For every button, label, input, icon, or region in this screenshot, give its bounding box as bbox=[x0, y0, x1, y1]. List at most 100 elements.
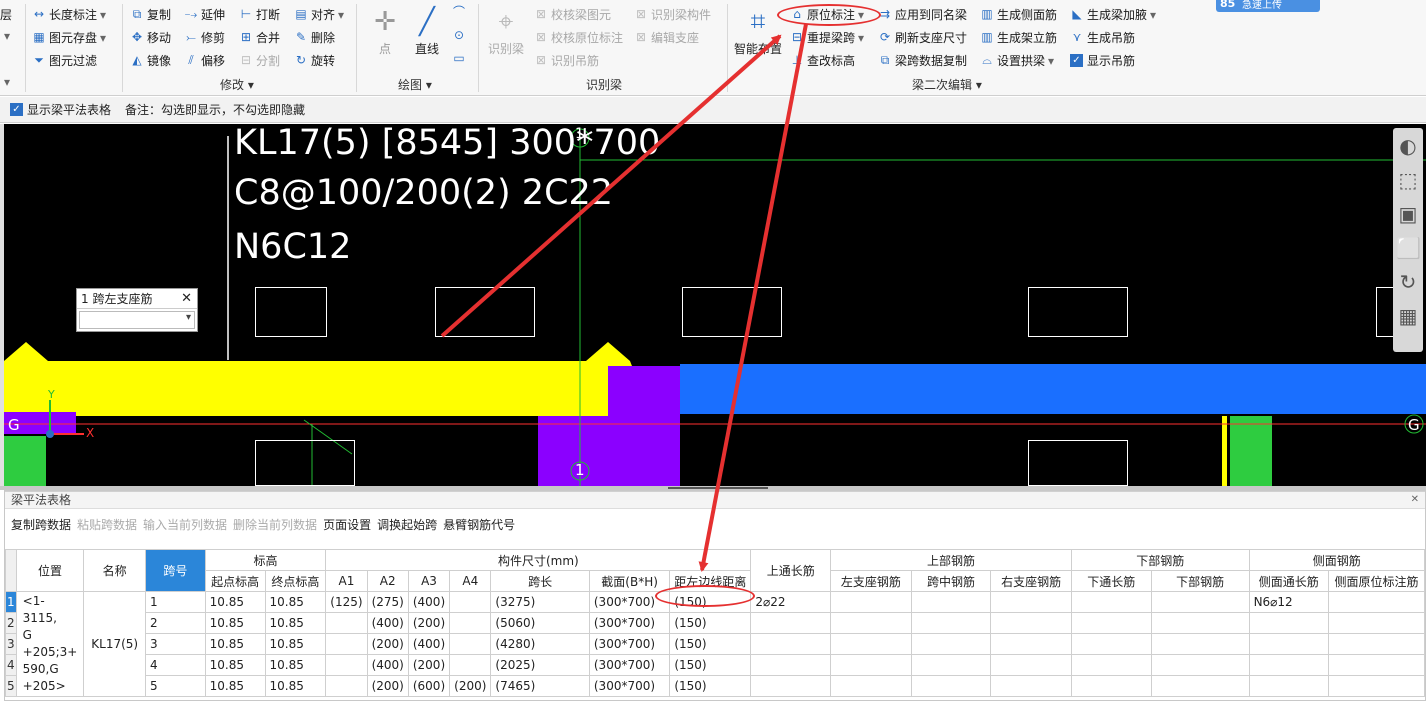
trim-tool[interactable]: ⤚ 修剪 bbox=[184, 29, 225, 46]
cell-side-continuous[interactable] bbox=[1248, 654, 1330, 676]
col-bottom[interactable]: 下部钢筋 bbox=[1150, 570, 1250, 592]
align-tool[interactable]: ▤ 对齐 ▾ bbox=[294, 6, 344, 23]
cell-start-elev[interactable]: 10.85 bbox=[204, 633, 266, 655]
cell-bottom[interactable] bbox=[1150, 654, 1250, 676]
gen-hanger-tool[interactable]: ⋎ 生成吊筋 bbox=[1070, 29, 1135, 46]
cell-bottom-continuous[interactable] bbox=[1070, 654, 1152, 676]
col-right-support[interactable]: 右支座钢筋 bbox=[990, 570, 1072, 592]
draw-group-label[interactable]: 绘图 ▾ bbox=[398, 76, 432, 93]
col-start-elev[interactable]: 起点标高 bbox=[204, 570, 266, 592]
rotate-view-icon[interactable]: ↻ bbox=[1396, 270, 1420, 294]
show-table-checkbox[interactable]: ✓ bbox=[10, 103, 23, 116]
gen-erection-bar-tool[interactable]: ▥ 生成架立筋 bbox=[980, 29, 1057, 46]
group-collapse-icon[interactable]: ▾ bbox=[4, 75, 10, 89]
check-beam-tool[interactable]: ⊠ 校核梁图元 bbox=[534, 6, 611, 23]
cell-mid-span[interactable] bbox=[910, 612, 992, 634]
gen-haunch-tool[interactable]: ◣ 生成梁加腋 ▾ bbox=[1070, 6, 1156, 23]
table-row[interactable]: 3 3 10.85 10.85 (200) (400) (4280) (300*700) (15… bbox=[5, 633, 1425, 655]
cell-edge-distance[interactable]: (150) bbox=[669, 633, 752, 655]
cell-bottom[interactable] bbox=[1150, 612, 1250, 634]
cell-bottom-continuous[interactable] bbox=[1070, 591, 1152, 613]
cell-span-length[interactable]: (2025) bbox=[490, 654, 590, 676]
cell-start-elev[interactable]: 10.85 bbox=[204, 591, 266, 613]
cell-mid-span[interactable] bbox=[910, 654, 992, 676]
column-green-right[interactable] bbox=[1230, 416, 1272, 486]
cell-left-support[interactable] bbox=[830, 591, 912, 613]
cell-bottom[interactable] bbox=[1150, 633, 1250, 655]
view-3d-icon[interactable]: ⬚ bbox=[1396, 168, 1420, 192]
cell-edge-distance[interactable]: (150) bbox=[669, 654, 752, 676]
annotation-box[interactable] bbox=[255, 440, 355, 486]
col-a3[interactable]: A3 bbox=[407, 570, 451, 592]
cell-span-length[interactable]: (4280) bbox=[490, 633, 590, 655]
modify-group-label[interactable]: 修改 ▾ bbox=[220, 76, 254, 93]
cell-side-continuous[interactable] bbox=[1248, 612, 1330, 634]
column-green-left[interactable] bbox=[4, 436, 46, 486]
col-bottom-continuous[interactable]: 下通长筋 bbox=[1070, 570, 1152, 592]
cell-span[interactable]: 4 bbox=[145, 654, 206, 676]
row-number[interactable]: 3 bbox=[5, 633, 17, 655]
beam-segment-yellow[interactable] bbox=[4, 361, 630, 416]
cell-section[interactable]: (300*700) bbox=[588, 654, 671, 676]
cell-a2[interactable]: (275) bbox=[366, 591, 409, 613]
cell-top-continuous[interactable] bbox=[750, 675, 832, 697]
cell-mid-span[interactable] bbox=[910, 633, 992, 655]
cell-start-elev[interactable]: 10.85 bbox=[204, 675, 266, 697]
length-dim-tool[interactable]: ↔ 长度标注 ▾ bbox=[32, 6, 106, 23]
support-bar-popup[interactable]: 1 跨左支座筋 ✕ bbox=[76, 288, 198, 332]
annotation-box[interactable] bbox=[435, 287, 535, 337]
cell-span-length[interactable]: (7465) bbox=[490, 675, 590, 697]
column-purple-top[interactable] bbox=[608, 366, 680, 416]
cell-span-length[interactable]: (3275) bbox=[490, 591, 590, 613]
gen-side-bar-tool[interactable]: ▥ 生成侧面筋 bbox=[980, 6, 1057, 23]
change-elevation-tool[interactable]: ⊥ 查改标高 bbox=[790, 52, 855, 69]
cell-position[interactable]: <1-3115, G +205;3+ 590,G +205> bbox=[15, 591, 85, 697]
cell-top-continuous[interactable] bbox=[750, 633, 832, 655]
cell-right-support[interactable] bbox=[990, 675, 1072, 697]
row-number[interactable]: 1 bbox=[5, 591, 17, 613]
col-position[interactable]: 位置 bbox=[15, 549, 85, 592]
cell-bottom[interactable] bbox=[1150, 591, 1250, 613]
col-name[interactable]: 名称 bbox=[83, 549, 147, 592]
set-arch-beam-tool[interactable]: ⌓ 设置拱梁 ▾ bbox=[980, 52, 1054, 69]
copy-span-data-button[interactable]: 复制跨数据 bbox=[11, 516, 71, 533]
row-number[interactable]: 2 bbox=[5, 612, 17, 634]
cell-a2[interactable]: (400) bbox=[366, 612, 409, 634]
input-column-data-button[interactable]: 输入当前列数据 bbox=[143, 516, 227, 533]
cell-a3[interactable]: (400) bbox=[407, 591, 451, 613]
beam-label-line3[interactable]: N6C12 bbox=[234, 224, 351, 270]
cell-edge-distance[interactable]: (150) bbox=[669, 612, 752, 634]
paste-span-data-button[interactable]: 粘贴跨数据 bbox=[77, 516, 137, 533]
swap-start-span-button[interactable]: 调换起始跨 bbox=[377, 516, 437, 533]
copy-tool[interactable]: ⧉ 复制 bbox=[130, 6, 171, 23]
save-element-tool[interactable]: ▦ 图元存盘 ▾ bbox=[32, 29, 106, 46]
cell-a1[interactable] bbox=[325, 633, 368, 655]
line-tool[interactable]: ╱ 直线 bbox=[410, 6, 444, 57]
cell-a3[interactable]: (200) bbox=[407, 612, 451, 634]
arc-tool[interactable]: ⌒ bbox=[452, 6, 469, 19]
beam-label-line1[interactable]: KL17(5) [8545] 300*700 bbox=[234, 124, 660, 166]
cell-start-elev[interactable]: 10.85 bbox=[204, 612, 266, 634]
cell-end-elev[interactable]: 10.85 bbox=[264, 591, 327, 613]
cell-end-elev[interactable]: 10.85 bbox=[264, 633, 327, 655]
cell-left-support[interactable] bbox=[830, 654, 912, 676]
show-hanger-toggle[interactable]: ✓ 显示吊筋 bbox=[1070, 52, 1135, 69]
upload-button[interactable]: 85 急速上传 bbox=[1216, 0, 1320, 12]
split-tool[interactable]: ⊟ 分割 bbox=[239, 52, 280, 69]
cell-side-original[interactable] bbox=[1328, 612, 1425, 634]
delete-tool[interactable]: ✎ 删除 bbox=[294, 29, 335, 46]
cell-span[interactable]: 5 bbox=[145, 675, 206, 697]
col-a1[interactable]: A1 bbox=[325, 570, 368, 592]
reextract-span-tool[interactable]: ⊟ 重提梁跨 ▾ bbox=[790, 29, 864, 46]
cell-left-support[interactable] bbox=[830, 612, 912, 634]
cell-section[interactable]: (300*700) bbox=[588, 633, 671, 655]
break-tool[interactable]: ⊢ 打断 bbox=[239, 6, 280, 23]
annotation-box[interactable] bbox=[682, 287, 782, 337]
grid-view-icon[interactable]: ▦ bbox=[1396, 304, 1420, 328]
cell-end-elev[interactable]: 10.85 bbox=[264, 654, 327, 676]
col-top-continuous[interactable]: 上通长筋 bbox=[750, 549, 832, 592]
cell-right-support[interactable] bbox=[990, 591, 1072, 613]
point-tool[interactable]: ✛ 点 bbox=[368, 6, 402, 57]
cell-a4[interactable] bbox=[449, 612, 492, 634]
filter-tool[interactable]: ⏷ 图元过滤 bbox=[32, 52, 97, 69]
